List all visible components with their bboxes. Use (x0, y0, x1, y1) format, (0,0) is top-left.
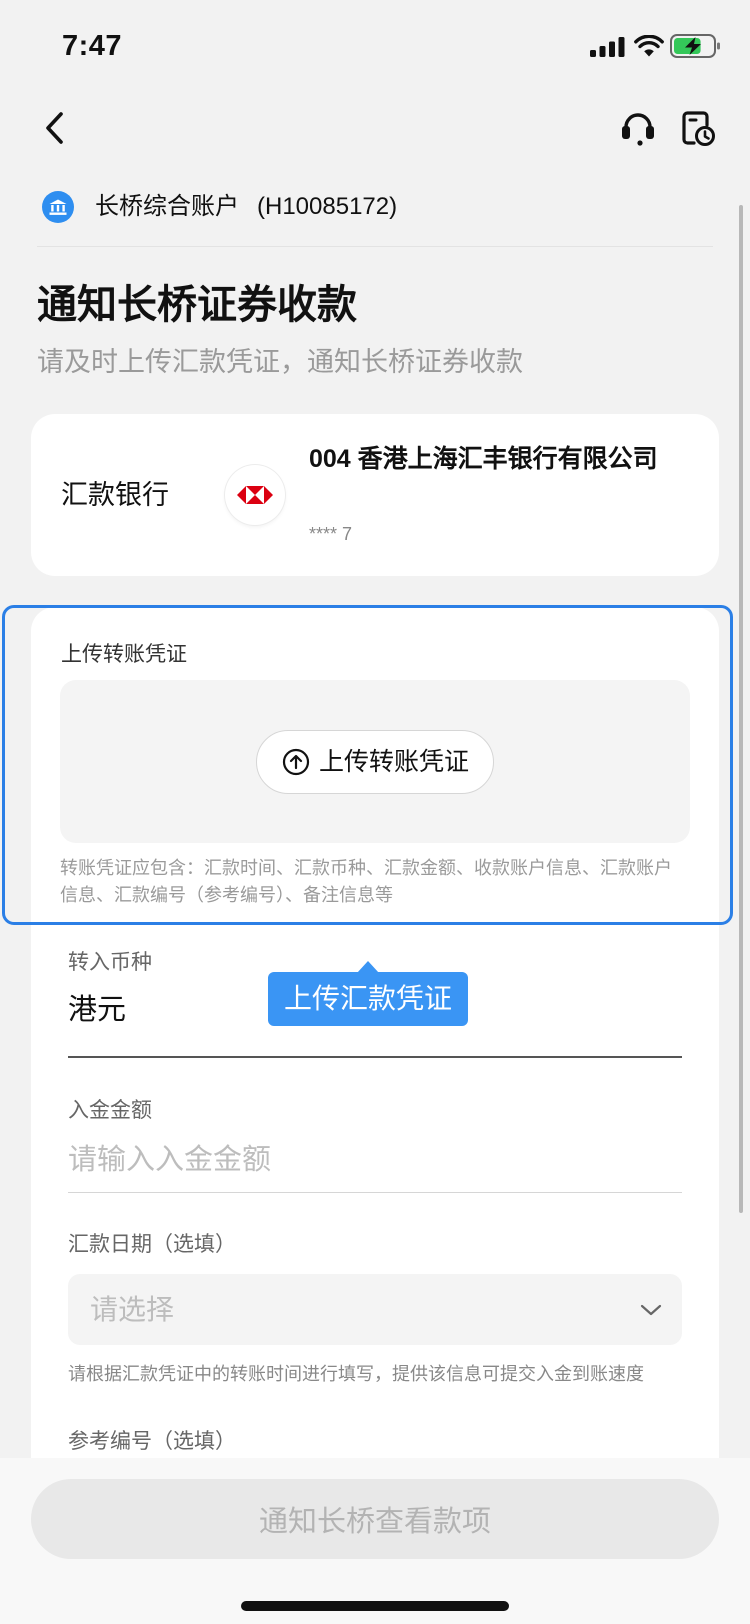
notify-submit-button[interactable]: 通知长桥查看款项 (31, 1479, 719, 1559)
page-subtitle: 请及时上传汇款凭证，通知长桥证券收款 (37, 347, 523, 377)
remit-date-select[interactable]: 请选择 (68, 1274, 682, 1345)
upload-circle-icon (282, 748, 310, 776)
remit-date-hint: 请根据汇款凭证中的转账时间进行填写，提供该信息可提交入金到账速度 (68, 1364, 644, 1384)
bank-account-mask: **** 7 (309, 524, 353, 544)
status-time: 7:47 (62, 30, 123, 62)
scrollbar[interactable] (739, 205, 743, 1213)
upload-dropzone[interactable]: 上传转账凭证 (60, 680, 690, 843)
chevron-left-icon[interactable] (40, 108, 70, 148)
upload-button-label: 上传转账凭证 (319, 747, 470, 776)
remit-bank-label: 汇款银行 (61, 480, 169, 510)
upload-label: 上传转账凭证 (61, 643, 187, 666)
upload-tooltip: 上传汇款凭证 (268, 972, 468, 1026)
bottom-action-bar: 通知长桥查看款项 (0, 1458, 750, 1624)
amount-input[interactable] (68, 1138, 682, 1182)
battery-charging-icon (670, 34, 722, 58)
cellular-signal-icon (590, 36, 626, 58)
currency-underline (68, 1056, 682, 1058)
upload-button[interactable]: 上传转账凭证 (256, 729, 494, 794)
remittance-form-card: 上传转账凭证 上传转账凭证 转账凭证应包含：汇款时间、汇款币种、汇款金额、收款账… (31, 607, 719, 1507)
account-number: (H10085172) (257, 193, 398, 220)
chevron-down-icon (640, 1303, 662, 1317)
amount-label: 入金金额 (68, 1099, 152, 1122)
bank-name: 004 香港上海汇丰银行有限公司 (309, 445, 658, 473)
currency-value[interactable]: 港元 (68, 992, 126, 1028)
account-name: 长桥综合账户 (95, 193, 239, 220)
bank-icon (42, 191, 74, 223)
reference-label: 参考编号（选填） (68, 1430, 236, 1453)
headset-icon[interactable] (618, 108, 658, 148)
amount-underline (68, 1192, 682, 1193)
page-title: 通知长桥证券收款 (37, 283, 357, 327)
hsbc-logo-icon (225, 465, 285, 525)
currency-label: 转入币种 (68, 951, 152, 974)
remit-date-label: 汇款日期（选填） (68, 1233, 236, 1256)
wifi-icon (634, 35, 664, 57)
remit-date-placeholder: 请选择 (90, 1293, 175, 1325)
account-label: 长桥综合账户 (H10085172) (95, 192, 397, 222)
document-clock-icon[interactable] (678, 108, 716, 148)
upload-note: 转账凭证应包含：汇款时间、汇款币种、汇款金额、收款账户信息、汇款账户信息、汇款编… (60, 858, 672, 905)
remit-bank-card[interactable]: 汇款银行 004 香港上海汇丰银行有限公司 **** 7 (31, 414, 719, 576)
divider (37, 246, 713, 247)
home-indicator[interactable] (241, 1601, 509, 1611)
